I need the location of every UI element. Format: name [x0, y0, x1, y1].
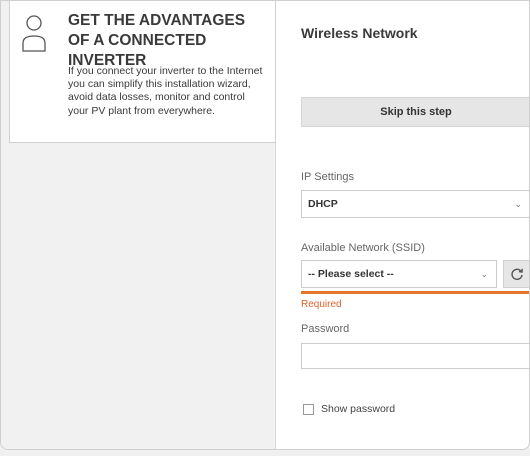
network-required-message: Required [301, 299, 342, 310]
password-input[interactable] [301, 343, 529, 369]
network-error-bar [301, 291, 529, 294]
show-password-checkbox[interactable] [303, 404, 314, 415]
refresh-icon [511, 268, 523, 280]
card-description: If you connect your inverter to the Inte… [68, 65, 263, 117]
skip-step-button[interactable]: Skip this step [301, 97, 529, 127]
left-panel: GET THE ADVANTAGES OF A CONNECTED INVERT… [1, 1, 276, 449]
network-select[interactable]: -- Please select -- ⌄ [301, 260, 497, 288]
chevron-down-icon: ⌄ [514, 199, 522, 209]
page-title: Wireless Network [301, 25, 418, 41]
network-label: Available Network (SSID) [301, 242, 425, 254]
connected-inverter-card: GET THE ADVANTAGES OF A CONNECTED INVERT… [9, 1, 276, 143]
wizard-frame: GET THE ADVANTAGES OF A CONNECTED INVERT… [0, 0, 530, 450]
show-password-label[interactable]: Show password [321, 403, 395, 415]
form-panel: Wireless Network Skip this step IP Setti… [277, 1, 529, 449]
password-label: Password [301, 323, 350, 335]
ip-settings-value: DHCP [308, 198, 338, 210]
user-icon [22, 15, 46, 52]
network-value: -- Please select -- [308, 268, 394, 280]
ip-settings-label: IP Settings [301, 171, 354, 183]
ip-settings-select[interactable]: DHCP ⌄ [301, 190, 529, 218]
refresh-networks-button[interactable] [503, 260, 529, 288]
chevron-down-icon: ⌄ [480, 269, 488, 279]
card-title: GET THE ADVANTAGES OF A CONNECTED INVERT… [68, 12, 246, 69]
